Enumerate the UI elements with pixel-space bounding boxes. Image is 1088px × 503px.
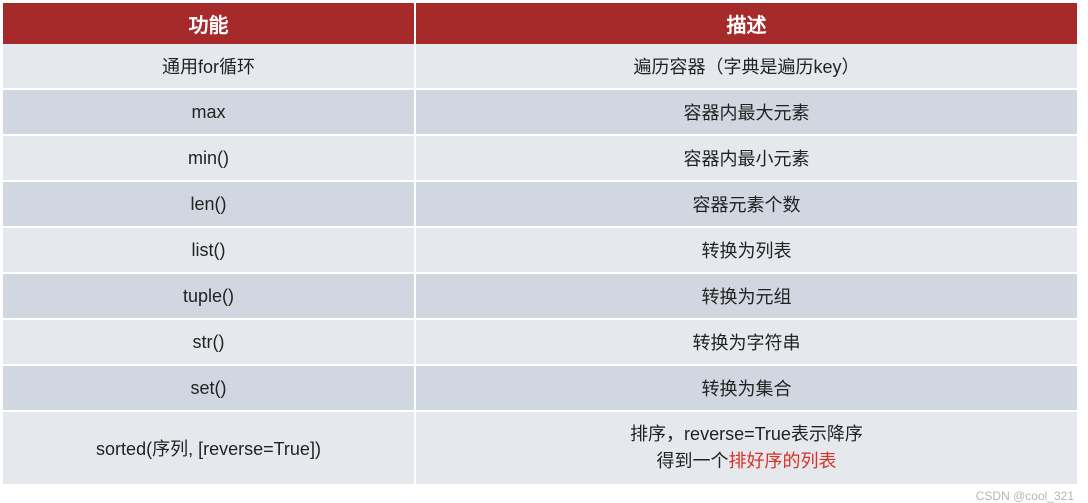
desc-prefix: 得到一个 (657, 451, 729, 471)
function-table: 功能 描述 通用for循环 遍历容器（字典是遍历key） max 容器内最大元素… (3, 3, 1077, 486)
cell-desc: 转换为集合 (416, 366, 1077, 412)
desc-highlight: 排好序的列表 (729, 451, 837, 471)
cell-desc: 容器内最大元素 (416, 90, 1077, 136)
cell-func: min() (3, 136, 416, 182)
table-row: list() 转换为列表 (3, 228, 1077, 274)
header-func: 功能 (3, 3, 416, 44)
table-row: sorted(序列, [reverse=True]) 排序，reverse=Tr… (3, 412, 1077, 486)
cell-func: tuple() (3, 274, 416, 320)
table-row: len() 容器元素个数 (3, 182, 1077, 228)
table-row: set() 转换为集合 (3, 366, 1077, 412)
table-header-row: 功能 描述 (3, 3, 1077, 44)
table-row: str() 转换为字符串 (3, 320, 1077, 366)
cell-func: sorted(序列, [reverse=True]) (3, 412, 416, 486)
desc-line2: 得到一个排好序的列表 (657, 448, 837, 475)
cell-func: str() (3, 320, 416, 366)
cell-desc: 排序，reverse=True表示降序 得到一个排好序的列表 (416, 412, 1077, 486)
cell-func: 通用for循环 (3, 44, 416, 90)
cell-desc: 容器内最小元素 (416, 136, 1077, 182)
table-row: min() 容器内最小元素 (3, 136, 1077, 182)
table-row: tuple() 转换为元组 (3, 274, 1077, 320)
cell-desc: 转换为元组 (416, 274, 1077, 320)
cell-func: max (3, 90, 416, 136)
watermark: CSDN @cool_321 (976, 489, 1074, 503)
table-row: 通用for循环 遍历容器（字典是遍历key） (3, 44, 1077, 90)
cell-desc: 转换为列表 (416, 228, 1077, 274)
cell-func: list() (3, 228, 416, 274)
cell-func: len() (3, 182, 416, 228)
cell-desc: 容器元素个数 (416, 182, 1077, 228)
cell-desc: 转换为字符串 (416, 320, 1077, 366)
cell-desc: 遍历容器（字典是遍历key） (416, 44, 1077, 90)
cell-func: set() (3, 366, 416, 412)
table-row: max 容器内最大元素 (3, 90, 1077, 136)
header-desc: 描述 (416, 3, 1077, 44)
desc-line1: 排序，reverse=True表示降序 (630, 421, 863, 448)
